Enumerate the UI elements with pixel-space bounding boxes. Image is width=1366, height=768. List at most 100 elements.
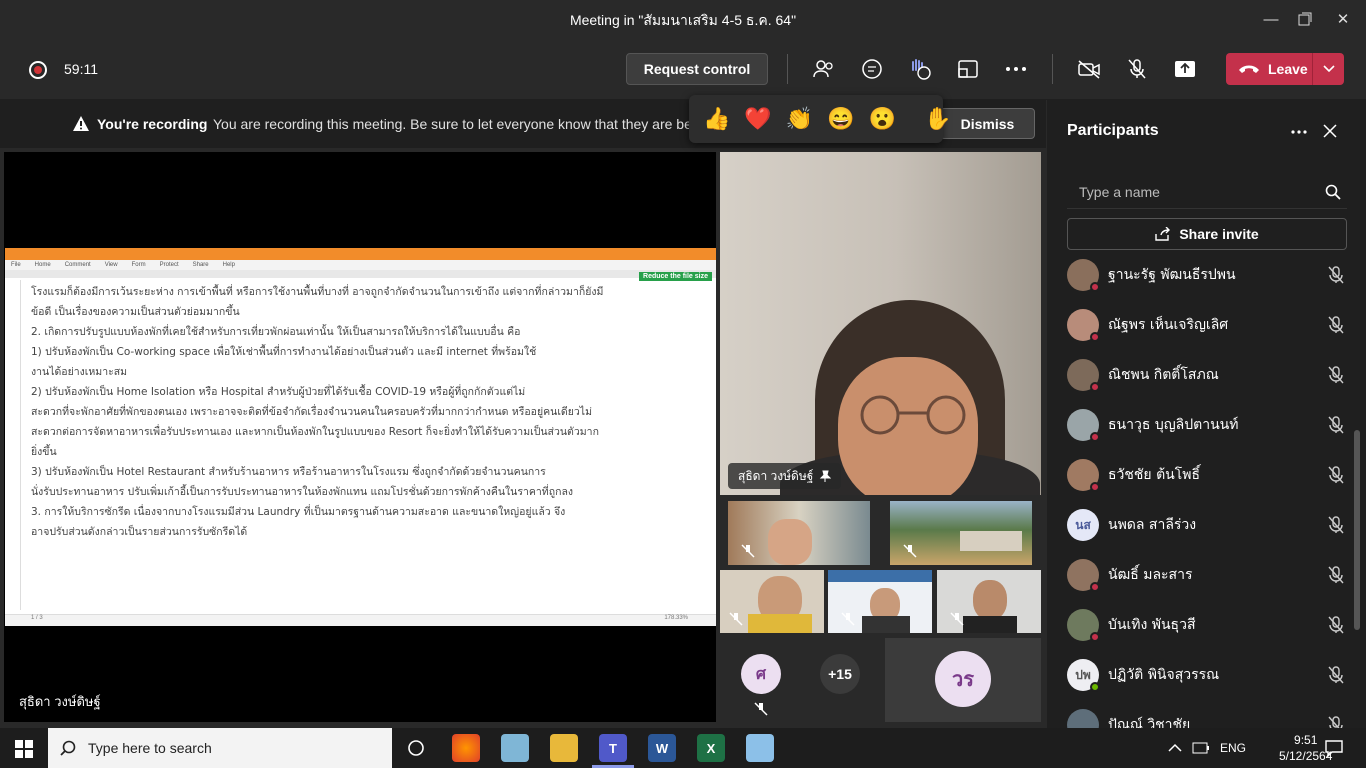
document-page: โรงแรมก็ต้องมีการเว้นระยะห่าง การเข้าพื้… [31,282,703,542]
participant-name: นพดล สาลีร่วง [1108,517,1197,533]
mic-off-icon [903,544,917,558]
participant-row[interactable]: ณัฐพร เห็นเจริญเลิศ [1067,300,1351,350]
chevron-down-icon[interactable] [1323,65,1335,73]
people-icon[interactable] [811,56,837,82]
main-video-tile[interactable] [720,152,1041,495]
heart-reaction[interactable]: ❤️ [744,106,771,132]
doc-line: ข้อดี เป็นเรื่องของความเป็นส่วนตัวย่อมมา… [31,306,240,318]
request-control-button[interactable]: Request control [626,53,768,85]
close-button[interactable]: ✕ [1320,0,1366,38]
avatar-tile-large[interactable]: วร [885,638,1041,722]
like-reaction[interactable]: 👍 [703,106,730,132]
mic-off-icon [1328,266,1344,284]
participant-row[interactable]: ณิชพน กิตติ์โสภณ [1067,350,1351,400]
doc-line: ยิ่งขึ้น [31,446,57,458]
doc-line: โรงแรมก็ต้องมีการเว้นระยะห่าง การเข้าพื้… [31,286,604,298]
task-view-icon[interactable] [407,739,425,757]
close-panel-icon[interactable] [1323,124,1337,138]
participant-name: นัฒธิ์ มละสาร [1108,567,1193,583]
doc-line: 1) ปรับห้องพักเป็น Co-working space เพื่… [31,346,537,358]
share-content-icon[interactable] [1172,56,1198,82]
participant-avatar: วร [935,651,991,707]
participant-name: ฐานะรัฐ พัฒนธีรปพน [1108,267,1236,283]
participant-row[interactable]: นส นพดล สาลีร่วง [1067,500,1351,550]
participant-name: บันเทิง พันธุวสี [1108,617,1196,633]
participant-row[interactable]: บันเทิง พันธุวสี [1067,600,1351,650]
language-indicator[interactable]: ENG [1220,741,1246,755]
rooms-icon[interactable] [955,56,981,82]
chat-icon[interactable] [859,56,885,82]
participant-row[interactable]: ฐานะรัฐ พัฒนธีรปพน [1067,250,1351,300]
meeting-toolbar: 59:11 Request control Leave [0,38,1366,100]
chevron-up-icon[interactable] [1168,743,1182,753]
more-actions-icon[interactable] [1003,56,1029,82]
participant-row[interactable]: นัฒธิ์ มละสาร [1067,550,1351,600]
participant-search[interactable]: Type a name [1067,173,1347,209]
battery-icon[interactable] [1192,741,1210,755]
phone-hangup-icon [1239,65,1259,73]
taskbar-search[interactable]: Type here to search [48,728,392,768]
video-thumb[interactable] [828,570,932,633]
search-icon [1325,184,1341,200]
doc-line: สะดวกต่อการจัดหาอาหารเพื่อรับประทานเอง แ… [31,426,599,438]
file-explorer-icon[interactable] [550,734,578,762]
mic-off-icon [1328,416,1344,434]
windows-start-icon[interactable] [15,740,33,758]
word-icon[interactable]: W [648,734,676,762]
participants-scrollbar[interactable] [1354,430,1360,630]
participant-name: ธนาวุธ บุญลิปตานนท์ [1108,417,1239,433]
app-icon[interactable] [501,734,529,762]
title-bar: Meeting in "สัมมนาเสริม 4-5 ธ.ค. 64" — ✕ [0,0,1366,38]
camera-off-icon[interactable] [1076,56,1102,82]
avatar-tiles: ศ +15 [720,638,882,722]
participant-row[interactable]: ปพ ปฏิวัติ พินิจสุวรรณ [1067,650,1351,700]
shared-document: File Home Comment View Form Protect Shar… [5,248,716,626]
window-title: Meeting in "สัมมนาเสริม 4-5 ธ.ค. 64" [569,12,797,28]
search-icon [60,740,76,756]
firefox-icon[interactable] [452,734,480,762]
dismiss-button[interactable]: Dismiss [940,108,1035,139]
pin-icon[interactable] [819,470,832,482]
doc-line: 2. เกิดการปรับรูปแบบห้องพักที่เคยใช้สำหร… [31,326,521,338]
avatar: ปพ [1067,659,1100,692]
share-invite-button[interactable]: Share invite [1067,218,1347,250]
teams-icon[interactable]: T [599,734,627,762]
mic-off-icon [1328,466,1344,484]
mic-off-icon [754,702,768,716]
participant-list: ฐานะรัฐ พัฒนธีรปพน ณัฐพร เห็นเจริญเลิศ ณ… [1067,250,1351,750]
notification-icon[interactable] [1325,739,1343,757]
pdf-menu: File Home Comment View Form Protect Shar… [5,260,716,270]
participant-row[interactable]: ธวัชชัย ต้นโพธิ์ [1067,450,1351,500]
leave-label: Leave [1268,61,1308,77]
more-options-icon[interactable] [1291,130,1307,134]
shared-screen: File Home Comment View Form Protect Shar… [4,152,716,722]
main-video-name: สุธิดา วงษ์ดิษฐ์ [728,463,842,489]
share-icon [1155,227,1171,241]
raise-hand-reaction[interactable]: ✋ [924,106,951,132]
menu-comment: Comment [64,262,91,268]
doc-line: งานได้อย่างเหมาะสม [31,366,128,378]
laugh-reaction[interactable]: 😄 [827,106,854,132]
avatar: นส [1067,509,1099,541]
paint-icon[interactable] [746,734,774,762]
participant-name: ธวัชชัย ต้นโพธิ์ [1108,467,1201,483]
video-thumb[interactable] [937,570,1041,633]
avatar [1067,309,1100,342]
doc-line: สะดวกที่จะพักอาศัยที่พักของตนเอง เพราะอา… [31,406,593,418]
reactions-icon[interactable] [907,56,933,82]
menu-help: Help [222,262,235,268]
video-thumb[interactable] [728,501,870,565]
excel-icon[interactable]: X [697,734,725,762]
applause-reaction[interactable]: 👏 [786,106,813,132]
overflow-count[interactable]: +15 [820,654,860,694]
video-thumb[interactable] [890,501,1032,565]
doc-line: อาจปรับส่วนดังกล่าวเป็นรายส่วนการรับซักร… [31,526,248,538]
mic-off-icon[interactable] [1124,56,1150,82]
surprised-reaction[interactable]: 😮 [869,106,896,132]
avatar [1067,359,1100,392]
leave-button[interactable]: Leave [1226,53,1344,85]
mic-off-icon [729,612,743,626]
video-thumb[interactable] [720,570,824,633]
participant-row[interactable]: ธนาวุธ บุญลิปตานนท์ [1067,400,1351,450]
participant-avatar[interactable]: ศ [741,654,781,694]
